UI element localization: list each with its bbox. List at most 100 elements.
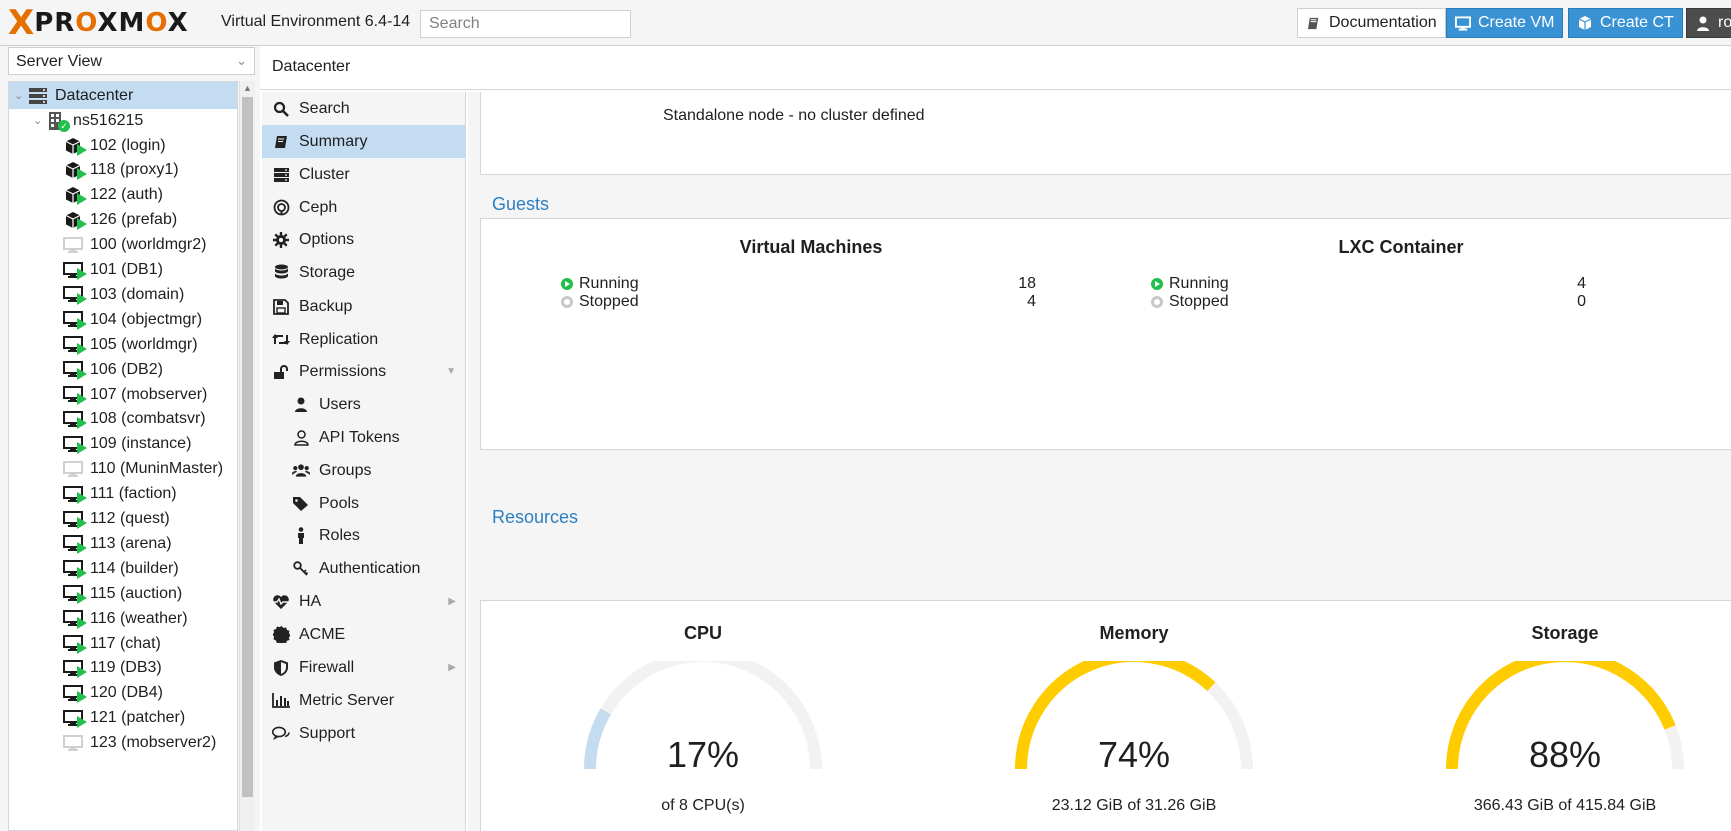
menu-item-pools[interactable]: Pools bbox=[262, 487, 466, 520]
menu-item-label: Search bbox=[299, 99, 350, 117]
tree-item-guest[interactable]: 114 (builder) bbox=[9, 555, 179, 582]
menu-item-ceph[interactable]: Ceph bbox=[262, 191, 466, 224]
menu-item-users[interactable]: Users bbox=[262, 388, 466, 421]
vm-icon bbox=[61, 732, 85, 754]
tree-item-guest[interactable]: 123 (mobserver2) bbox=[9, 730, 216, 757]
resources-section-title: Resources bbox=[492, 507, 579, 527]
tree-item-guest[interactable]: 126 (prefab) bbox=[9, 207, 177, 234]
tree-item-guest[interactable]: 115 (auction) bbox=[9, 580, 182, 607]
search-input[interactable] bbox=[420, 10, 631, 38]
menu-item-storage[interactable]: Storage bbox=[262, 256, 466, 289]
lxc-running-count: 4 bbox=[1577, 275, 1586, 292]
tree-item-guest[interactable]: 121 (patcher) bbox=[9, 705, 185, 732]
cpu-detail: of 8 CPU(s) bbox=[661, 797, 745, 814]
tree-scrollbar[interactable]: ▲ bbox=[239, 81, 255, 831]
vm-icon bbox=[61, 234, 85, 256]
tree-item-guest[interactable]: 100 (worldmgr2) bbox=[9, 232, 206, 259]
menu-item-options[interactable]: Options bbox=[262, 223, 466, 256]
menu-item-support[interactable]: Support bbox=[262, 717, 466, 750]
scroll-up-icon[interactable]: ▲ bbox=[243, 83, 252, 93]
create-vm-button[interactable]: Create VM bbox=[1446, 8, 1564, 38]
vm-icon bbox=[61, 359, 87, 381]
health-box: Standalone node - no cluster defined bbox=[480, 92, 1731, 175]
lxc-container-title: LXC Container bbox=[1338, 237, 1464, 257]
vm-icon bbox=[61, 657, 87, 679]
menu-item-firewall[interactable]: Firewall ▶ bbox=[262, 651, 466, 684]
tree-item-guest[interactable]: 103 (domain) bbox=[9, 281, 184, 308]
create-ct-button[interactable]: Create CT bbox=[1568, 8, 1683, 38]
node-icon: ✓ bbox=[44, 110, 70, 132]
tree-item-guest[interactable]: 111 (faction) bbox=[9, 481, 177, 508]
tree-item-guest[interactable]: 107 (mobserver) bbox=[9, 381, 207, 408]
menu-item-metric-server[interactable]: Metric Server bbox=[262, 684, 466, 717]
running-status-icon bbox=[77, 292, 87, 305]
tree-item-guest[interactable]: 112 (quest) bbox=[9, 506, 170, 533]
menu-item-label: Groups bbox=[319, 461, 372, 479]
menu-item-ha[interactable]: HA ▶ bbox=[262, 585, 466, 618]
tree-item-label: 107 (mobserver) bbox=[90, 385, 208, 403]
running-status-icon bbox=[77, 666, 87, 679]
logo-x-icon: X bbox=[8, 3, 35, 43]
tree-item-guest[interactable]: 113 (arena) bbox=[9, 530, 172, 557]
expand-toggle-icon[interactable]: ⌄ bbox=[14, 89, 23, 102]
tree-item-label: 119 (DB3) bbox=[90, 659, 162, 677]
guests-box: Virtual Machines Running 18 Stopped 4 LX… bbox=[480, 218, 1731, 450]
tree-item-guest[interactable]: 108 (combatsvr) bbox=[9, 406, 206, 433]
tree-item-datacenter[interactable]: ⌄ Datacenter bbox=[9, 82, 237, 109]
resource-tree-panel: Server View ⌄ ⌄ Datacenter ⌄ ✓ ns516215 … bbox=[0, 46, 258, 831]
tree-item-guest[interactable]: 120 (DB4) bbox=[9, 680, 163, 707]
tree-item-guest[interactable]: 106 (DB2) bbox=[9, 356, 163, 383]
proxmox-logo[interactable]: X PROXMOX bbox=[8, 6, 189, 40]
tree-item-guest[interactable]: 101 (DB1) bbox=[9, 257, 163, 284]
tree-item-guest[interactable]: 102 (login) bbox=[9, 132, 166, 159]
documentation-button[interactable]: Documentation bbox=[1297, 8, 1446, 38]
virtual-machines-title: Virtual Machines bbox=[739, 237, 883, 257]
stopped-icon bbox=[561, 296, 573, 308]
vm-stopped-label: Stopped bbox=[579, 293, 639, 310]
menu-item-cluster[interactable]: Cluster bbox=[262, 158, 466, 191]
vm-icon bbox=[61, 533, 87, 555]
lxc-stopped-label: Stopped bbox=[1169, 293, 1229, 310]
running-status-icon bbox=[77, 268, 87, 280]
user-menu-button[interactable]: ro bbox=[1686, 8, 1731, 38]
expand-arrow-icon[interactable]: ▶ bbox=[448, 596, 456, 607]
running-status-icon bbox=[77, 716, 87, 729]
tree-item-label: 101 (DB1) bbox=[90, 261, 163, 278]
menu-item-authentication[interactable]: Authentication bbox=[262, 552, 466, 585]
scrollbar-thumb[interactable] bbox=[242, 97, 253, 797]
tree-item-guest[interactable]: 116 (weather) bbox=[9, 605, 188, 632]
tree-item-guest[interactable]: 122 (auth) bbox=[9, 182, 163, 209]
expand-arrow-icon[interactable]: ▶ bbox=[448, 662, 456, 673]
view-selector[interactable]: Server View ⌄ bbox=[8, 47, 255, 75]
menu-item-label: Storage bbox=[299, 263, 356, 281]
menu-item-replication[interactable]: Replication bbox=[262, 323, 466, 356]
menu-item-roles[interactable]: Roles bbox=[262, 519, 466, 552]
tree-item-label: 117 (chat) bbox=[90, 634, 161, 652]
menu-item-search[interactable]: Search bbox=[262, 92, 466, 125]
running-status-icon bbox=[77, 168, 87, 181]
ceph-icon bbox=[272, 199, 290, 217]
tree-item-guest[interactable]: 105 (worldmgr) bbox=[9, 331, 198, 358]
expand-toggle-icon[interactable]: ⌄ bbox=[33, 114, 42, 127]
menu-item-summary[interactable]: Summary bbox=[262, 125, 466, 158]
menu-item-acme[interactable]: ACME bbox=[262, 618, 466, 651]
tree-item-guest[interactable]: 117 (chat) bbox=[9, 630, 161, 657]
menu-item-label: Authentication bbox=[319, 559, 421, 577]
menu-item-label: Firewall bbox=[299, 658, 355, 676]
tree-item-guest[interactable]: 118 (proxy1) bbox=[9, 157, 179, 184]
menu-item-backup[interactable]: Backup bbox=[262, 290, 466, 323]
running-icon bbox=[1151, 278, 1163, 290]
tree-item-guest[interactable]: 109 (instance) bbox=[9, 431, 191, 458]
menu-item-api-tokens[interactable]: API Tokens bbox=[262, 421, 466, 454]
tree-item-guest[interactable]: 110 (MuninMaster) bbox=[9, 456, 223, 483]
menu-item-groups[interactable]: Groups bbox=[262, 454, 466, 487]
tree-item-guest[interactable]: 104 (objectmgr) bbox=[9, 306, 202, 333]
collapse-arrow-icon[interactable]: ▼ bbox=[446, 366, 456, 377]
tree-item-guest[interactable]: 119 (DB3) bbox=[9, 655, 162, 682]
online-status-icon: ✓ bbox=[58, 119, 70, 132]
gear-icon bbox=[272, 231, 290, 249]
tree-item-node[interactable]: ⌄ ✓ ns516215 bbox=[9, 107, 143, 134]
vm-icon bbox=[61, 408, 87, 430]
tree-item-label: 122 (auth) bbox=[90, 186, 163, 204]
menu-item-permissions[interactable]: Permissions ▼ bbox=[262, 355, 466, 388]
